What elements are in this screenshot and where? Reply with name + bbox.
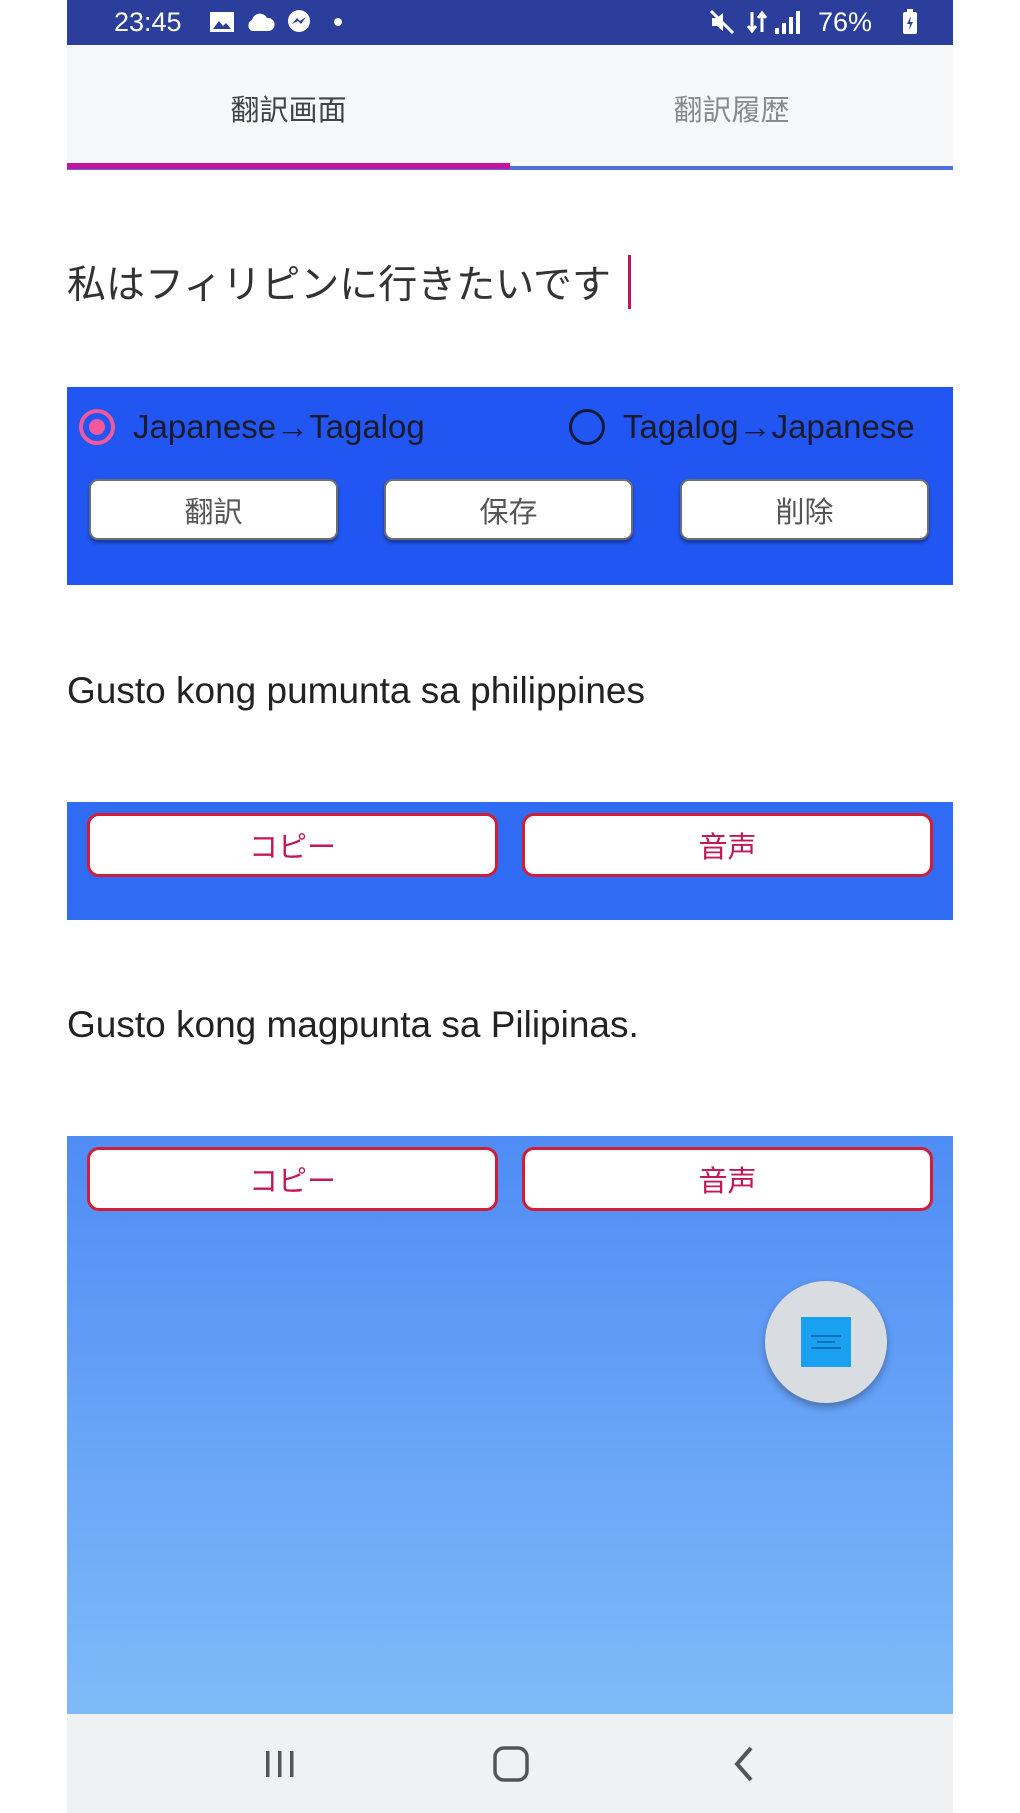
app-screen: 23:45 76% 翻訳画面 翻訳履歴 私はフィリピンに行きたいです Japan… xyxy=(67,0,953,1813)
app-icon xyxy=(801,1317,851,1367)
mute-icon xyxy=(707,7,737,37)
navigation-bar xyxy=(67,1714,953,1813)
radio-tagalog-to-japanese[interactable]: Tagalog→Japanese xyxy=(569,404,915,450)
translate-button[interactable]: 翻訳 xyxy=(89,479,338,540)
control-panel: Japanese→Tagalog Tagalog→Japanese 翻訳 保存 … xyxy=(67,387,953,585)
translation-result-1: Gusto kong pumunta sa philippines xyxy=(67,670,645,711)
radio-selected-icon xyxy=(79,409,115,445)
battery-icon xyxy=(895,7,925,37)
translation-result-2: Gusto kong magpunta sa Pilipinas. xyxy=(67,1004,639,1045)
radio-unselected-icon xyxy=(569,409,605,445)
copy-button-2[interactable]: コピー xyxy=(87,1147,498,1211)
app-switch-fab[interactable] xyxy=(765,1281,887,1403)
gallery-icon xyxy=(207,7,237,37)
messenger-icon xyxy=(284,7,314,37)
result-1-actions: コピー 音声 xyxy=(67,802,953,920)
text-cursor xyxy=(628,255,631,309)
delete-button[interactable]: 削除 xyxy=(680,479,929,540)
result-2-actions: コピー 音声 xyxy=(67,1136,953,1714)
tab-indicator xyxy=(67,163,510,169)
recent-apps-icon[interactable] xyxy=(240,1734,320,1794)
tab-bar: 翻訳画面 翻訳履歴 xyxy=(67,45,953,170)
data-icon xyxy=(742,7,772,37)
cloud-icon xyxy=(245,7,275,37)
speak-button-1[interactable]: 音声 xyxy=(522,813,933,877)
status-bar: 23:45 76% xyxy=(67,0,953,45)
speak-button-2[interactable]: 音声 xyxy=(522,1147,933,1211)
tab-history[interactable]: 翻訳履歴 xyxy=(510,45,953,170)
back-icon[interactable] xyxy=(704,1734,784,1794)
tab-translate[interactable]: 翻訳画面 xyxy=(67,45,510,170)
radio-japanese-to-tagalog[interactable]: Japanese→Tagalog xyxy=(79,404,425,450)
status-time: 23:45 xyxy=(114,7,182,37)
source-text-input[interactable] xyxy=(67,255,953,309)
battery-percent: 76% xyxy=(818,7,873,37)
save-button[interactable]: 保存 xyxy=(384,479,633,540)
copy-button-1[interactable]: コピー xyxy=(87,813,498,877)
radio-label-tagalog-to-japanese: Tagalog→Japanese xyxy=(623,408,915,445)
radio-label-japanese-to-tagalog: Japanese→Tagalog xyxy=(133,408,425,445)
dot-icon xyxy=(323,7,353,37)
home-icon[interactable] xyxy=(471,1734,551,1794)
signal-icon xyxy=(773,7,803,37)
